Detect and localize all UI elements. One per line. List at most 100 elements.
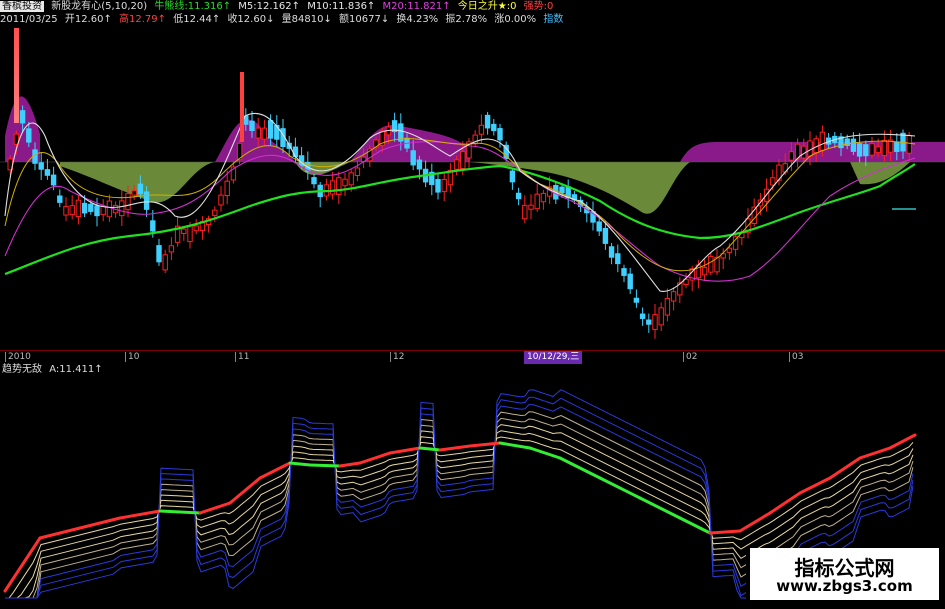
ribbon-segment bbox=[438, 444, 472, 452]
ma20-value: M20:11.821↑ bbox=[382, 1, 451, 12]
candle-down bbox=[627, 273, 633, 290]
candle-up bbox=[658, 307, 664, 326]
left-volume-spike bbox=[14, 28, 244, 142]
candle-up bbox=[193, 225, 199, 232]
candle-up bbox=[534, 193, 540, 210]
bottom-strip bbox=[0, 600, 945, 609]
candle-up bbox=[187, 225, 193, 243]
candle-up bbox=[218, 194, 224, 206]
turnover-value: 换4.23% bbox=[396, 14, 439, 25]
candle-down bbox=[32, 149, 38, 164]
candle-down bbox=[894, 141, 900, 152]
high-value: 高12.79↑ bbox=[119, 14, 167, 25]
candle-down bbox=[150, 220, 156, 232]
ribbon-segment bbox=[388, 446, 422, 455]
ribbon-segment bbox=[768, 491, 802, 515]
price-header: 2011/03/25 开12.60↑ 高12.79↑ 低12.44↑ 收12.6… bbox=[0, 13, 567, 27]
ribbon-segment bbox=[638, 496, 682, 520]
ribbon-segment bbox=[858, 446, 892, 460]
ribbon-segment bbox=[158, 509, 202, 515]
candle-up bbox=[75, 199, 82, 218]
candle-up bbox=[453, 159, 460, 170]
candle-down bbox=[416, 159, 423, 170]
ma5-value: M5:12.162↑ bbox=[238, 1, 301, 12]
ribbon-segment bbox=[498, 441, 532, 450]
candle-down bbox=[137, 183, 144, 195]
spike-bar bbox=[14, 28, 19, 123]
candle-down bbox=[38, 162, 44, 170]
ribbon-segment bbox=[288, 461, 312, 467]
niuma-label: 牛熊线: bbox=[154, 1, 188, 12]
candle-up bbox=[354, 167, 361, 177]
candle-down bbox=[596, 221, 602, 232]
bar-date: 2011/03/25 bbox=[0, 14, 58, 25]
candle-up bbox=[478, 124, 485, 135]
candle-down bbox=[850, 138, 857, 152]
candle-up bbox=[342, 178, 348, 187]
candle-up bbox=[329, 180, 336, 195]
change-value: 涨0.00% bbox=[494, 14, 537, 25]
candle-down bbox=[621, 268, 627, 276]
ribbon-segment bbox=[828, 456, 862, 480]
candle-down bbox=[491, 123, 497, 132]
watermark-url: www.zbgs3.com bbox=[776, 577, 913, 595]
candle-down bbox=[19, 110, 26, 124]
candle-down bbox=[267, 120, 274, 139]
candle-up bbox=[119, 200, 125, 217]
candle-up bbox=[224, 180, 230, 197]
ribbon-segment bbox=[738, 511, 772, 533]
candle-down bbox=[57, 195, 63, 203]
candlestick-chart[interactable] bbox=[0, 26, 945, 350]
candle-down bbox=[156, 245, 162, 263]
candle-up bbox=[701, 266, 708, 276]
candle-up bbox=[106, 200, 113, 218]
ribbon-segment bbox=[308, 463, 342, 468]
candle-down bbox=[26, 128, 32, 143]
ribbon-segment bbox=[598, 476, 642, 500]
candle-up bbox=[664, 297, 671, 316]
candle-down bbox=[515, 192, 522, 200]
stock-name-tag[interactable]: 香槟投资 bbox=[0, 1, 44, 12]
volume-value: 量84810↓ bbox=[281, 14, 332, 25]
candle-up bbox=[441, 178, 447, 192]
candle-up bbox=[819, 131, 826, 151]
spike-bar-2 bbox=[240, 72, 244, 142]
site-watermark: 指标公式网 www.zbgs3.com bbox=[746, 548, 939, 600]
ma10-value: M10:11.836↑ bbox=[307, 1, 376, 12]
candle-down bbox=[559, 186, 565, 194]
candle-down bbox=[81, 202, 88, 214]
ribbon-segment bbox=[418, 446, 442, 452]
ribbon-segment bbox=[888, 433, 917, 450]
candle-down bbox=[143, 191, 150, 210]
ribbon-segment bbox=[528, 446, 562, 460]
candle-down bbox=[88, 203, 94, 212]
ribbon-segment bbox=[228, 476, 262, 505]
open-value: 开12.60↑ bbox=[64, 14, 112, 25]
ribbon-segment bbox=[468, 441, 502, 448]
indicator-title: 新股龙有心 bbox=[51, 1, 102, 12]
candle-up bbox=[261, 127, 268, 140]
candle-up bbox=[732, 236, 739, 250]
indicator-params: (5,10,20) bbox=[101, 1, 148, 12]
candle-down bbox=[856, 143, 863, 157]
candle-down bbox=[608, 246, 615, 258]
candle-down bbox=[410, 150, 416, 166]
candle-up bbox=[162, 254, 168, 271]
index-tab[interactable]: 指数 bbox=[543, 14, 563, 25]
candle-down bbox=[292, 146, 299, 158]
ribbon-segment bbox=[678, 516, 712, 535]
strong-value: 强势:0 bbox=[523, 1, 554, 12]
candle-up bbox=[125, 193, 131, 211]
candle-down bbox=[633, 297, 640, 303]
candle-down bbox=[602, 227, 609, 244]
ribbon-segment bbox=[198, 501, 232, 515]
candle-down bbox=[50, 174, 57, 186]
candle-up bbox=[875, 146, 881, 154]
niuma-value: 11.316↑ bbox=[187, 1, 232, 12]
candle-down bbox=[863, 144, 869, 157]
candle-up bbox=[528, 204, 534, 210]
candle-up bbox=[131, 190, 137, 196]
amount-value: 额10677↓ bbox=[339, 14, 390, 25]
candle-down bbox=[484, 114, 491, 129]
candle-up bbox=[348, 172, 354, 186]
